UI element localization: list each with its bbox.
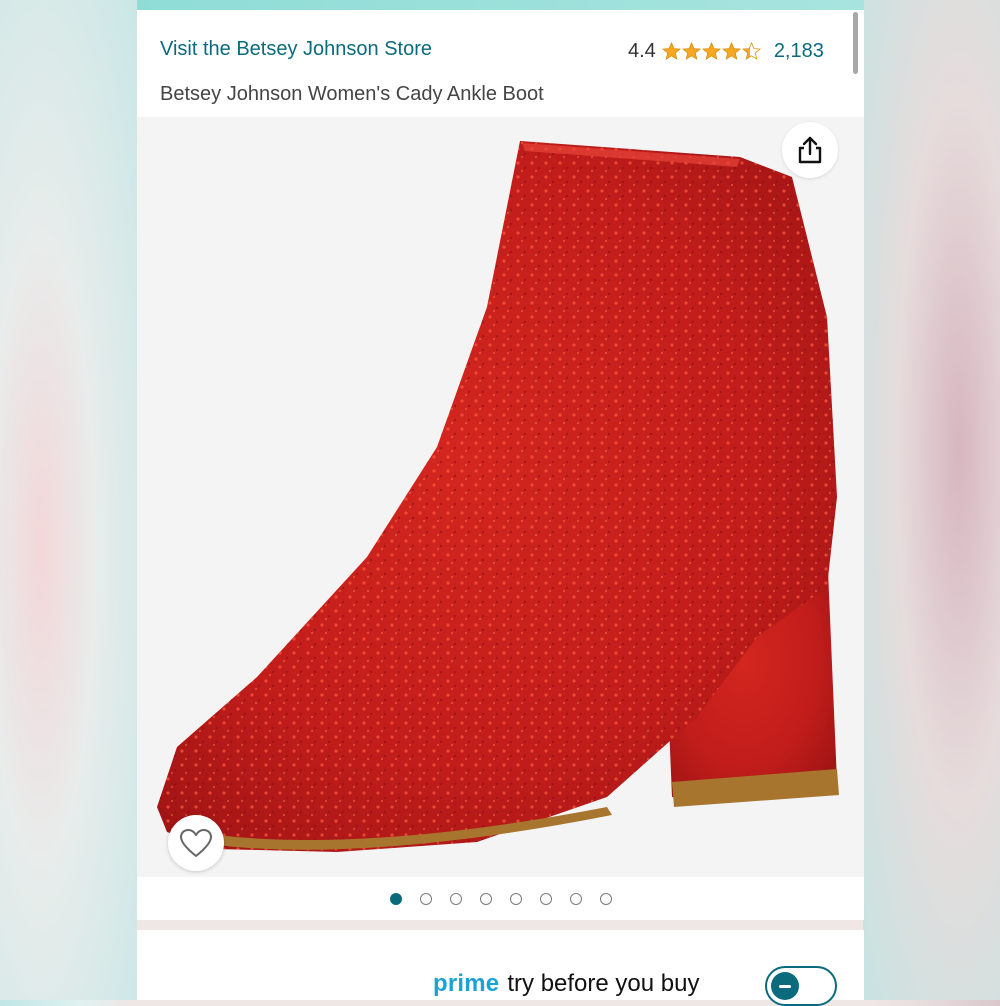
rating-row[interactable]: 4.4 2,183 (628, 36, 824, 66)
image-pagination-dots[interactable] (137, 886, 864, 912)
pagination-dot[interactable] (419, 893, 432, 905)
star-icon (681, 41, 701, 60)
star-icon (721, 41, 741, 60)
pagination-dot[interactable] (539, 893, 552, 905)
pagination-dot[interactable] (599, 893, 612, 905)
product-image-gallery[interactable] (137, 117, 864, 877)
star-rating (661, 41, 762, 61)
prime-toggle[interactable] (765, 966, 837, 1006)
star-icon (741, 41, 761, 60)
pagination-dot[interactable] (509, 893, 522, 905)
pagination-dot[interactable] (479, 893, 492, 905)
wishlist-button[interactable] (168, 815, 224, 871)
share-icon (798, 136, 822, 164)
share-button[interactable] (782, 122, 838, 178)
scrollbar[interactable] (853, 12, 858, 74)
toggle-knob (771, 972, 799, 1000)
pagination-dot[interactable] (569, 893, 582, 905)
rating-count-link[interactable]: 2,183 (774, 40, 824, 63)
background-left (0, 0, 137, 1000)
pagination-dot[interactable] (449, 893, 462, 905)
prime-label: try before you buy (507, 970, 700, 997)
star-icon (661, 41, 681, 60)
background-right (863, 0, 1000, 1000)
prime-try-before-buy: prime try before you buy (433, 970, 699, 998)
prime-logo: prime (433, 970, 500, 997)
product-title: Betsey Johnson Women's Cady Ankle Boot (160, 83, 544, 105)
heart-outline-icon (180, 829, 212, 857)
product-image[interactable] (137, 117, 864, 877)
store-link[interactable]: Visit the Betsey Johnson Store (160, 38, 432, 61)
rating-value: 4.4 (628, 39, 656, 62)
star-icon (701, 41, 721, 60)
top-edge-bar (137, 0, 864, 10)
pagination-dot[interactable] (389, 893, 402, 905)
